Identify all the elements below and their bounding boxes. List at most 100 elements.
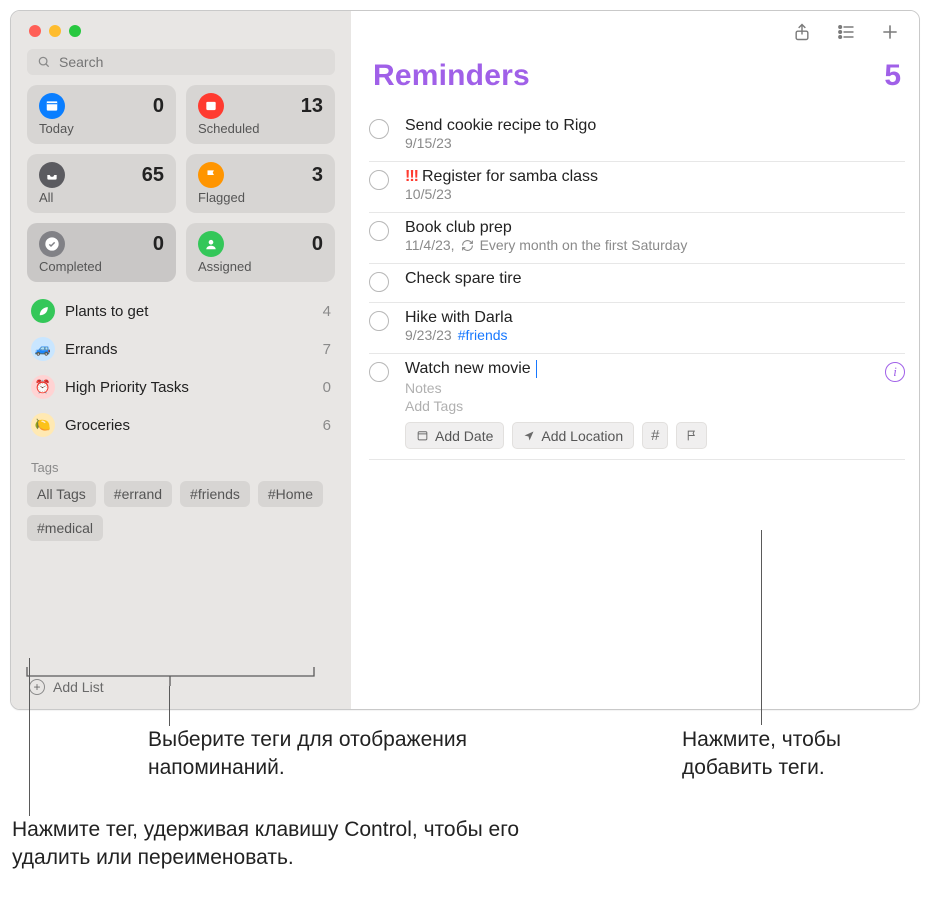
tag-friends[interactable]: #friends: [180, 481, 250, 507]
person-icon: [198, 231, 224, 257]
tag-errand[interactable]: #errand: [104, 481, 172, 507]
priority-indicator: !!!: [405, 168, 418, 186]
reminder-row-editing[interactable]: Watch new movie Notes Add Tags Add Date …: [369, 354, 905, 460]
new-reminder-button[interactable]: [879, 21, 901, 43]
add-tags-placeholder[interactable]: Add Tags: [405, 398, 877, 414]
tag-medical[interactable]: #medical: [27, 515, 103, 541]
add-date-chip[interactable]: Add Date: [405, 422, 504, 449]
add-location-chip[interactable]: Add Location: [512, 422, 634, 449]
list-item[interactable]: Plants to get 4: [21, 292, 341, 330]
calendar-icon: [416, 429, 429, 442]
view-options-button[interactable]: [835, 21, 857, 43]
completion-circle[interactable]: [369, 221, 389, 241]
reminder-title: Send cookie recipe to Rigo: [405, 117, 897, 135]
leader-line: [761, 530, 762, 725]
smartlist-today[interactable]: 0 Today: [27, 85, 176, 144]
completion-circle[interactable]: [369, 119, 389, 139]
reminder-tag[interactable]: #friends: [458, 327, 508, 343]
smartlist-count: 0: [153, 233, 164, 256]
tag-home[interactable]: #Home: [258, 481, 323, 507]
add-flag-chip[interactable]: [676, 422, 707, 449]
reminder-date: 9/23/23: [405, 327, 452, 343]
annotation-select-tags: Выберите теги для отображения напоминани…: [148, 726, 468, 783]
list-name: High Priority Tasks: [65, 379, 189, 396]
smartlist-scheduled[interactable]: 13 Scheduled: [186, 85, 335, 144]
reminder-row[interactable]: !!! Register for samba class 10/5/23: [369, 162, 905, 213]
reminder-row[interactable]: Book club prep 11/4/23, Every month on t…: [369, 213, 905, 264]
reminder-title: Register for samba class: [422, 168, 598, 186]
reminder-title-editing[interactable]: Watch new movie: [405, 360, 531, 378]
smartlist-completed[interactable]: 0 Completed: [27, 223, 176, 282]
notes-placeholder[interactable]: Notes: [405, 380, 877, 396]
reminder-row[interactable]: Hike with Darla 9/23/23 #friends: [369, 303, 905, 354]
reminder-row[interactable]: Send cookie recipe to Rigo 9/15/23: [369, 111, 905, 162]
calendar-today-icon: [39, 93, 65, 119]
main-pane: Reminders 5 Send cookie recipe to Rigo 9…: [351, 11, 919, 709]
sidebar: 0 Today 13 Scheduled 65 All 3 Flagged: [11, 11, 351, 709]
annotation-ctrl-click: Нажмите тег, удерживая клавишу Control, …: [12, 816, 532, 873]
list-count: 6: [323, 417, 331, 434]
tags-section: Tags All Tags #errand #friends #Home #me…: [11, 450, 351, 549]
hashtag-icon: #: [651, 427, 659, 444]
text-cursor: [536, 360, 538, 378]
list-count: 4: [323, 303, 331, 320]
reminder-date: 11/4/23,: [405, 237, 455, 253]
info-button[interactable]: i: [885, 362, 905, 382]
list-item[interactable]: ⏰ High Priority Tasks 0: [21, 368, 341, 406]
toolbar: [351, 11, 919, 51]
smartlist-flagged[interactable]: 3 Flagged: [186, 154, 335, 213]
completion-circle[interactable]: [369, 170, 389, 190]
list-item[interactable]: 🍋 Groceries 6: [21, 406, 341, 444]
reminder-title: Book club prep: [405, 219, 897, 237]
tag-all[interactable]: All Tags: [27, 481, 96, 507]
completion-circle[interactable]: [369, 311, 389, 331]
search-input[interactable]: [59, 54, 325, 70]
reminder-row[interactable]: Check spare tire: [369, 264, 905, 303]
zoom-window-button[interactable]: [69, 25, 81, 37]
smartlist-label: Assigned: [198, 259, 323, 274]
minimize-window-button[interactable]: [49, 25, 61, 37]
lemon-icon: 🍋: [31, 413, 55, 437]
flag-icon: [198, 162, 224, 188]
reminder-title: Hike with Darla: [405, 309, 897, 327]
list-name: Plants to get: [65, 303, 148, 320]
smartlist-count: 13: [301, 95, 323, 118]
location-arrow-icon: [523, 430, 535, 442]
app-window: 0 Today 13 Scheduled 65 All 3 Flagged: [10, 10, 920, 710]
list-count: 0: [323, 379, 331, 396]
chip-label: Add Date: [435, 428, 493, 444]
tags-heading: Tags: [27, 456, 335, 481]
leaf-icon: [31, 299, 55, 323]
repeat-icon: [461, 239, 474, 252]
list-total-count: 5: [884, 59, 901, 93]
add-tag-chip[interactable]: #: [642, 422, 668, 449]
completion-circle[interactable]: [369, 272, 389, 292]
smartlist-count: 3: [312, 164, 323, 187]
smartlist-label: Completed: [39, 259, 164, 274]
my-lists: Plants to get 4 🚙 Errands 7 ⏰ High Prior…: [11, 282, 351, 450]
smartlist-count: 0: [312, 233, 323, 256]
reminder-repeat-text: Every month on the first Saturday: [480, 237, 688, 253]
chip-label: Add Location: [541, 428, 623, 444]
smartlist-label: Scheduled: [198, 121, 323, 136]
annotation-click-add-tags: Нажмите, чтобы добавить теги.: [682, 726, 902, 783]
reminder-title: Check spare tire: [405, 270, 897, 288]
smartlist-count: 65: [142, 164, 164, 187]
smartlist-label: Flagged: [198, 190, 323, 205]
page-title: Reminders: [373, 59, 530, 93]
tray-icon: [39, 162, 65, 188]
smartlist-label: Today: [39, 121, 164, 136]
list-item[interactable]: 🚙 Errands 7: [21, 330, 341, 368]
smartlist-all[interactable]: 65 All: [27, 154, 176, 213]
search-field[interactable]: [27, 49, 335, 75]
bracket-icon: [26, 666, 316, 688]
completion-circle[interactable]: [369, 362, 389, 382]
smartlist-assigned[interactable]: 0 Assigned: [186, 223, 335, 282]
list-name: Groceries: [65, 417, 130, 434]
flag-outline-icon: [685, 429, 698, 442]
list-count: 7: [323, 341, 331, 358]
share-button[interactable]: [791, 21, 813, 43]
close-window-button[interactable]: [29, 25, 41, 37]
list-name: Errands: [65, 341, 118, 358]
leader-line: [169, 686, 170, 726]
